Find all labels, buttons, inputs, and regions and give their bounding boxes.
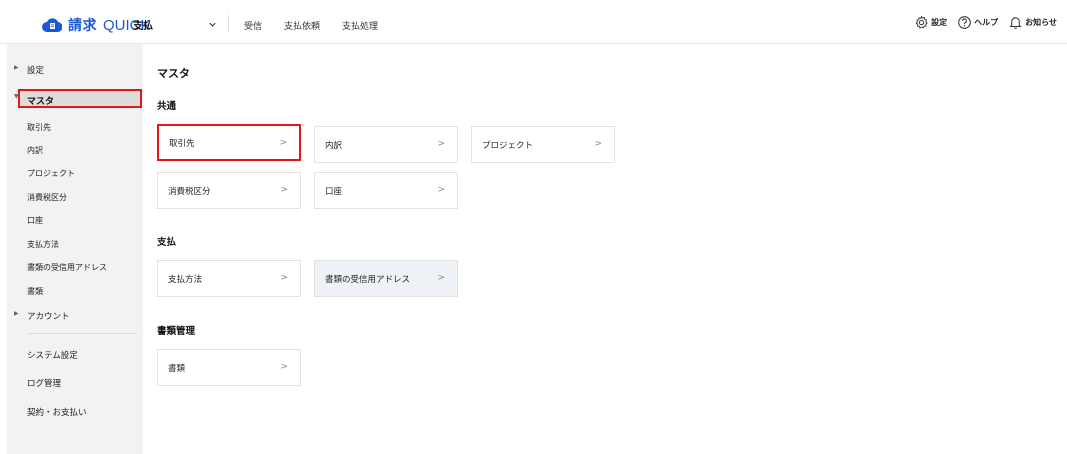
logo-text: 請求	[68, 18, 97, 34]
card-tax-category[interactable]: 消費税区分 >	[157, 172, 301, 209]
sidebar-sub-documents[interactable]: 書類	[7, 286, 143, 297]
app-switch-dropdown[interactable]: 支払	[133, 17, 216, 32]
caret-down-icon: ▼	[14, 93, 19, 100]
sidebar-sub-project[interactable]: プロジェクト	[7, 168, 143, 179]
section-title-common: 共通	[157, 101, 177, 112]
sidebar-sub-partners[interactable]: 取引先	[7, 122, 143, 133]
nav-receive[interactable]: 受信	[244, 19, 262, 32]
sidebar-item-system-settings[interactable]: システム設定	[7, 349, 143, 361]
help-label: ヘルプ	[974, 18, 999, 27]
card-label: 取引先	[169, 138, 195, 149]
card-label: 消費税区分	[168, 186, 211, 197]
sidebar-sub-payment-method[interactable]: 支払方法	[7, 239, 143, 250]
sidebar-item-contract-payment[interactable]: 契約・お支払い	[7, 406, 143, 418]
sidebar-item-settings[interactable]: ▶ 設定	[7, 64, 143, 76]
chevron-right-icon: >	[280, 362, 288, 372]
header: 請求 QUICK 支払 受信 支払依頼 支払処理 設定 ヘルプ お知らせ	[0, 0, 1067, 44]
header-divider	[228, 15, 229, 32]
sidebar-item-account[interactable]: ▶ アカウント	[7, 310, 143, 322]
sidebar-item-log-management[interactable]: ログ管理	[7, 377, 143, 389]
nav-payment-request[interactable]: 支払依頼	[284, 19, 320, 32]
sidebar: ▶ 設定 ▼ マスタ 取引先 内訳 プロジェクト 消費税区分 口座 支払方法 書…	[7, 44, 143, 454]
app-switch-label: 支払	[133, 21, 153, 32]
sidebar-item-label: 設定	[27, 66, 45, 76]
section-title-payment: 支払	[157, 237, 177, 248]
section-title-document-management: 書類管理	[157, 326, 196, 337]
nav-payment-processing[interactable]: 支払処理	[342, 19, 378, 32]
chevron-right-icon: >	[280, 273, 288, 283]
card-project[interactable]: プロジェクト >	[471, 126, 615, 163]
caret-right-icon: ▶	[14, 310, 19, 317]
card-partners[interactable]: 取引先 >	[157, 124, 301, 161]
notifications-button[interactable]: お知らせ	[1008, 15, 1057, 30]
notifications-label: お知らせ	[1025, 18, 1057, 27]
card-label: 内訳	[325, 140, 343, 151]
card-label: 書類の受信用アドレス	[325, 274, 411, 285]
settings-button[interactable]: 設定	[914, 15, 947, 30]
chevron-right-icon: >	[437, 273, 445, 283]
sidebar-sub-receive-address[interactable]: 書類の受信用アドレス	[7, 262, 143, 273]
chevron-right-icon: >	[279, 138, 287, 148]
chevron-right-icon: >	[280, 185, 288, 195]
card-label: 支払方法	[168, 274, 203, 285]
caret-right-icon: ▶	[14, 64, 19, 71]
card-label: 書類	[168, 363, 186, 374]
chevron-down-icon	[209, 22, 216, 27]
sidebar-sub-breakdown[interactable]: 内訳	[7, 145, 143, 156]
card-payment-method[interactable]: 支払方法 >	[157, 260, 301, 297]
sidebar-sub-tax[interactable]: 消費税区分	[7, 192, 143, 203]
header-right: 設定 ヘルプ お知らせ	[914, 15, 1057, 30]
sidebar-divider	[27, 333, 137, 334]
sidebar-sub-account-bank[interactable]: 口座	[7, 215, 143, 226]
chevron-right-icon: >	[437, 139, 445, 149]
chevron-right-icon: >	[594, 139, 602, 149]
card-bank-account[interactable]: 口座 >	[314, 172, 458, 209]
card-breakdown[interactable]: 内訳 >	[314, 126, 458, 163]
card-documents[interactable]: 書類 >	[157, 349, 301, 386]
sidebar-item-master-label: マスタ	[27, 97, 55, 107]
page-title: マスタ	[157, 67, 190, 80]
help-button[interactable]: ヘルプ	[957, 15, 998, 30]
settings-label: 設定	[931, 18, 948, 27]
gear-icon	[915, 15, 928, 29]
card-label: プロジェクト	[482, 140, 534, 151]
card-receive-address[interactable]: 書類の受信用アドレス >	[314, 260, 458, 297]
bell-icon	[1009, 17, 1022, 29]
cloud-logo-icon	[42, 18, 62, 33]
main-content: マスタ 共通 取引先 > 内訳 > プロジェクト > 消費税区分 > 口座 > …	[143, 44, 1067, 454]
help-icon	[958, 16, 971, 29]
card-label: 口座	[325, 186, 343, 197]
chevron-right-icon: >	[437, 185, 445, 195]
top-nav: 受信 支払依頼 支払処理	[244, 19, 378, 32]
